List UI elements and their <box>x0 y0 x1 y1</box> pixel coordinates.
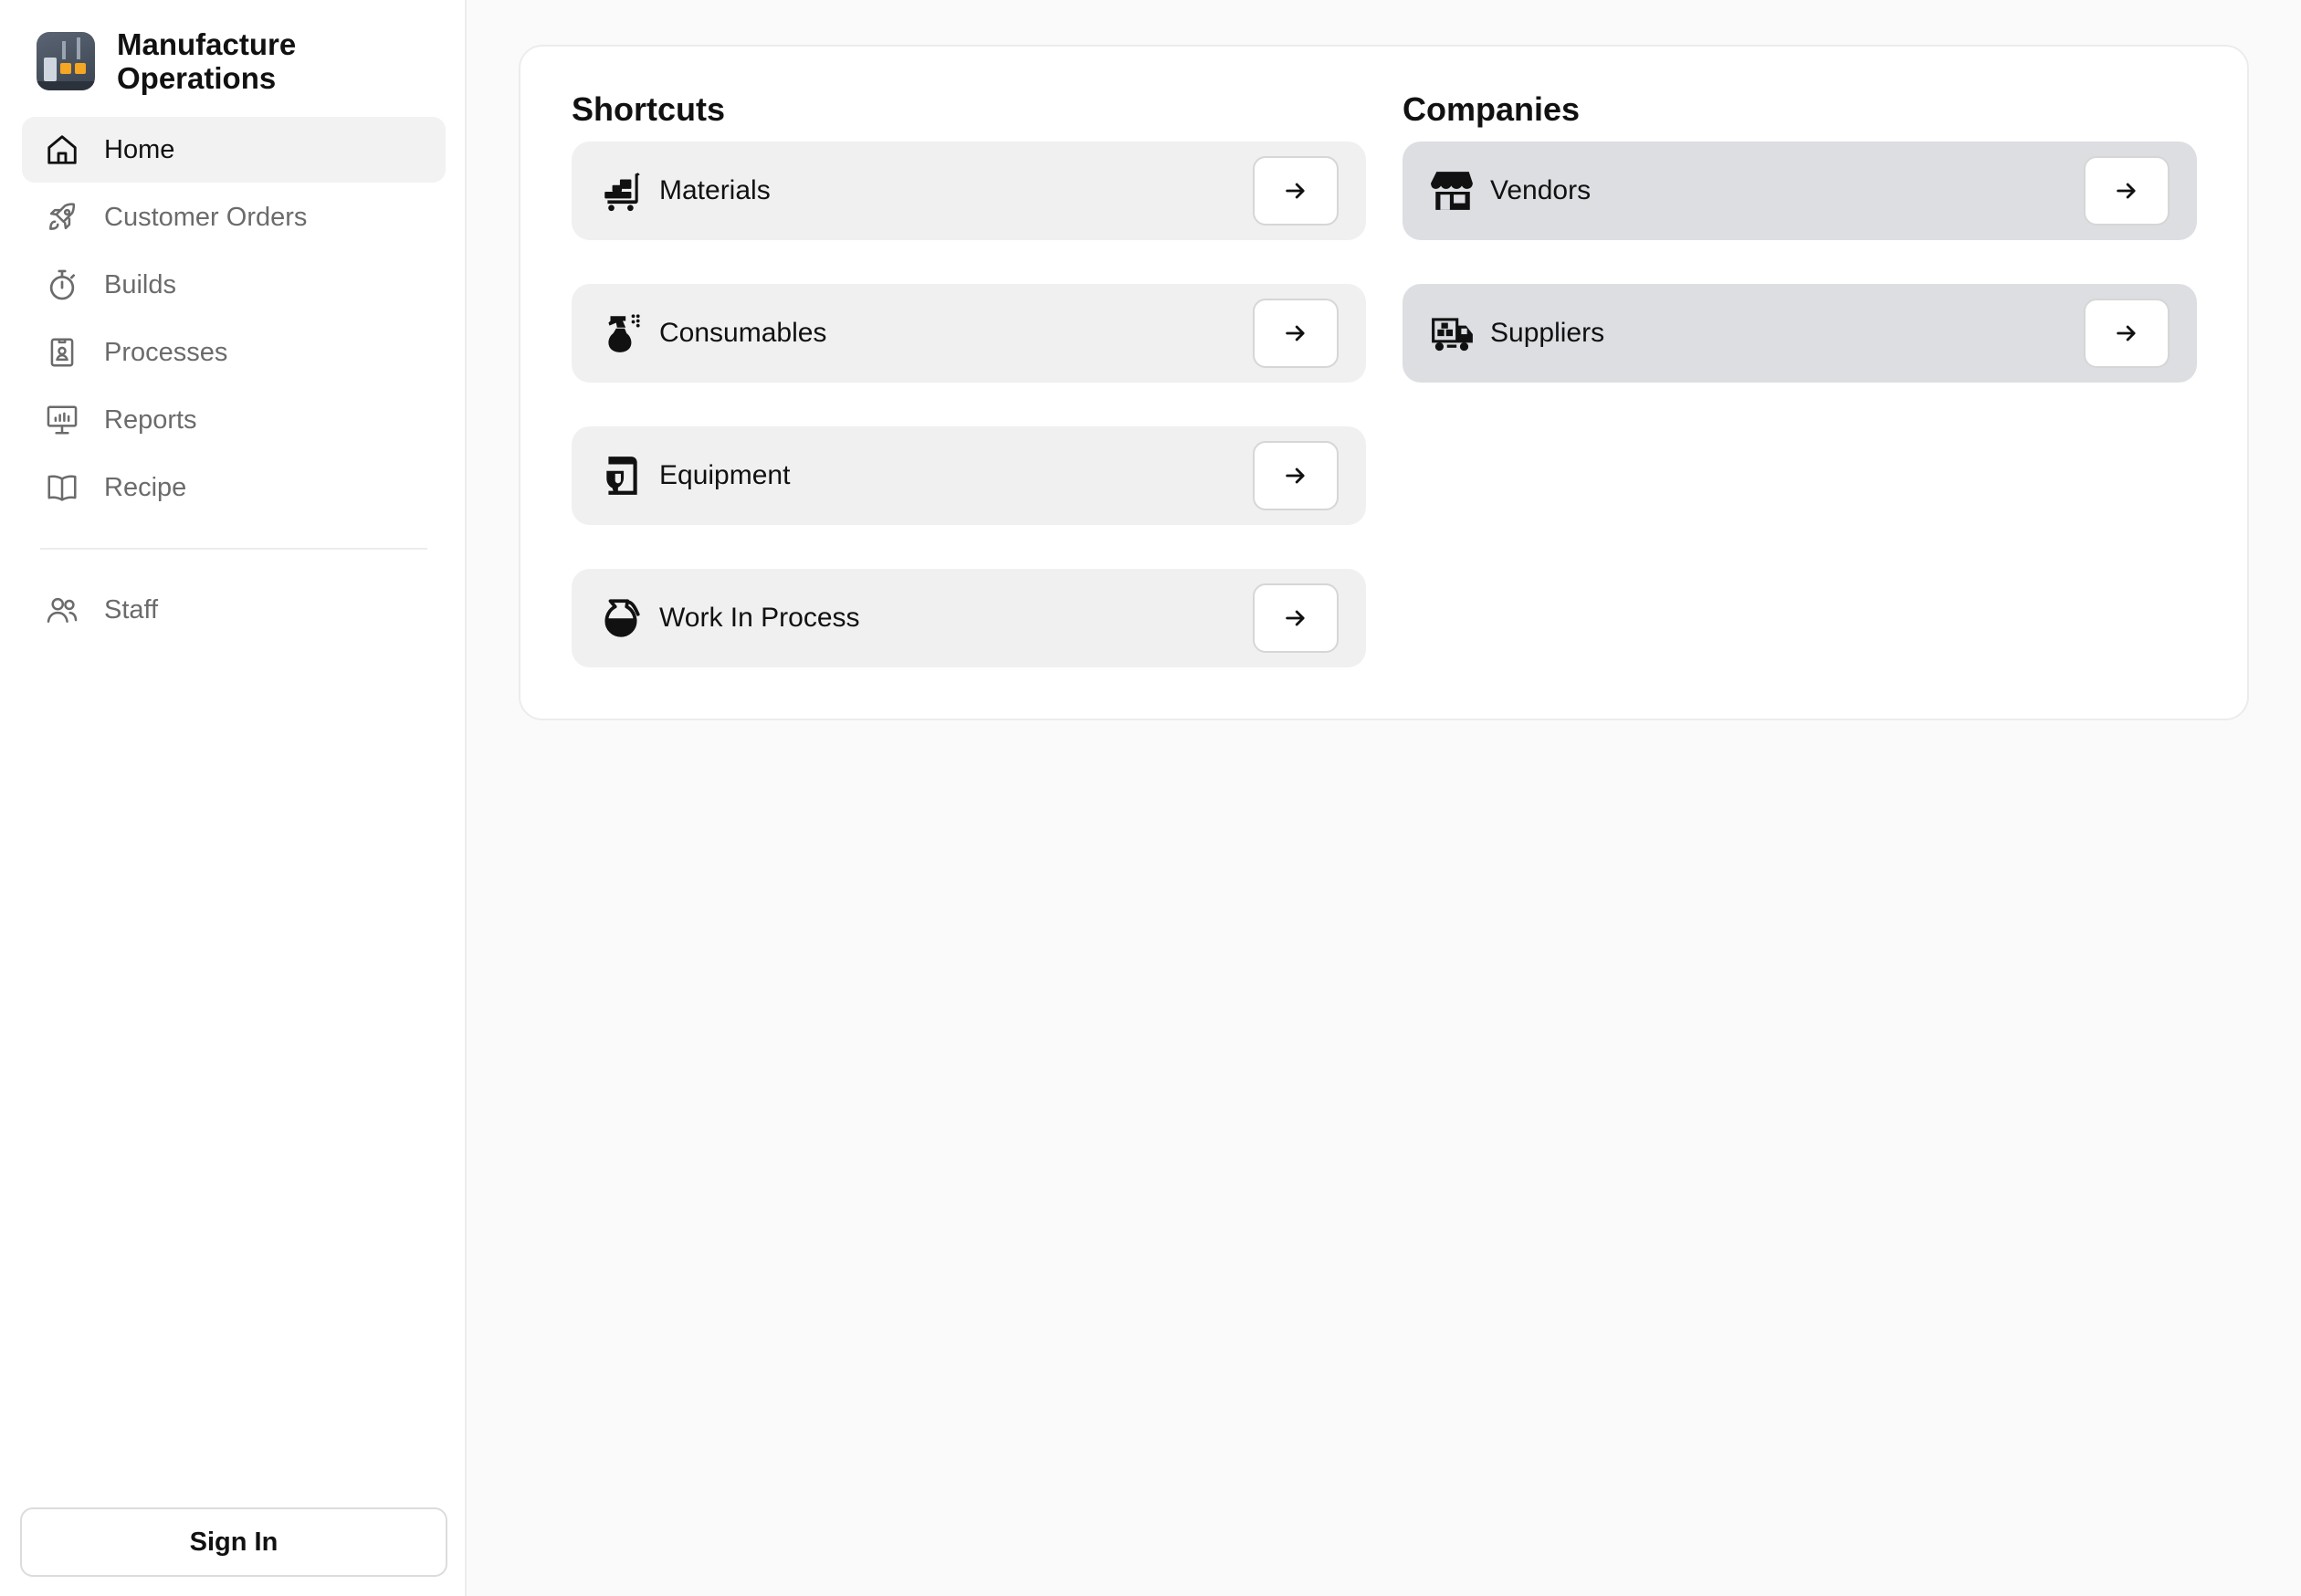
sidebar-item-label: Staff <box>104 594 159 625</box>
open-book-icon <box>44 469 80 506</box>
sidebar-item-label: Processes <box>104 337 228 367</box>
open-suppliers-button[interactable] <box>2084 299 2170 368</box>
shortcut-card-consumables[interactable]: Consumables <box>572 284 1366 383</box>
home-icon <box>44 131 80 168</box>
sign-in-button[interactable]: Sign In <box>20 1507 447 1577</box>
rocket-icon <box>44 199 80 236</box>
dolly-cart-icon <box>599 168 645 214</box>
open-equipment-button[interactable] <box>1253 441 1339 510</box>
open-materials-button[interactable] <box>1253 156 1339 226</box>
sidebar-item-label: Recipe <box>104 472 187 502</box>
shortcut-label: Work In Process <box>659 603 860 633</box>
companies-title: Companies <box>1403 90 1581 128</box>
shortcut-card-work-in-process[interactable]: Work In Process <box>572 569 1366 667</box>
app-title-line2: Operations <box>117 61 277 95</box>
presentation-chart-icon <box>44 402 80 438</box>
sidebar-item-label: Customer Orders <box>104 202 308 232</box>
brand[interactable]: Manufacture Operations <box>37 27 296 95</box>
open-work-in-process-button[interactable] <box>1253 583 1339 653</box>
spray-bottle-icon <box>599 310 645 356</box>
arrow-right-icon <box>1286 325 1305 341</box>
arrow-right-icon <box>2117 183 2136 199</box>
company-card-vendors[interactable]: Vendors <box>1403 142 2197 240</box>
stopwatch-icon <box>44 267 80 303</box>
app-title: Manufacture Operations <box>117 27 296 95</box>
sidebar-nav: Home Customer Orders Builds Processes Re… <box>22 117 446 645</box>
sidebar-item-recipe[interactable]: Recipe <box>22 455 446 520</box>
shortcut-card-materials[interactable]: Materials <box>572 142 1366 240</box>
sidebar-item-label: Reports <box>104 404 197 435</box>
arrow-right-icon <box>1286 610 1305 626</box>
sidebar: Manufacture Operations Home Customer Ord… <box>0 0 467 1596</box>
stand-mixer-icon <box>599 453 645 499</box>
shortcut-label: Materials <box>659 175 771 205</box>
sidebar-item-home[interactable]: Home <box>22 117 446 183</box>
arrow-right-icon <box>1286 467 1305 484</box>
shortcut-label: Consumables <box>659 318 827 348</box>
jug-icon <box>599 595 645 641</box>
sidebar-item-label: Builds <box>104 269 176 299</box>
arrow-right-icon <box>1286 183 1305 199</box>
company-label: Vendors <box>1490 175 1592 205</box>
sidebar-item-label: Home <box>104 134 175 164</box>
sidebar-item-staff[interactable]: Staff <box>22 577 446 643</box>
factory-logo-icon <box>37 32 95 90</box>
shortcuts-section: Shortcuts Materials Consumables Equipmen… <box>572 47 1366 667</box>
app-root: Manufacture Operations Home Customer Ord… <box>0 0 2301 1596</box>
users-icon <box>44 592 80 628</box>
delivery-truck-icon <box>1430 310 1476 356</box>
companies-section: Companies Vendors Suppliers <box>1403 47 2197 383</box>
company-label: Suppliers <box>1490 318 1605 348</box>
sidebar-item-processes[interactable]: Processes <box>22 320 446 385</box>
company-card-suppliers[interactable]: Suppliers <box>1403 284 2197 383</box>
app-title-line1: Manufacture <box>117 27 297 61</box>
dashboard-panel: Shortcuts Materials Consumables Equipmen… <box>519 45 2249 720</box>
open-vendors-button[interactable] <box>2084 156 2170 226</box>
nav-divider <box>40 548 427 550</box>
shortcut-card-equipment[interactable]: Equipment <box>572 426 1366 525</box>
sidebar-item-reports[interactable]: Reports <box>22 387 446 453</box>
sidebar-item-builds[interactable]: Builds <box>22 252 446 318</box>
id-badge-icon <box>44 334 80 371</box>
shortcut-label: Equipment <box>659 460 791 490</box>
arrow-right-icon <box>2117 325 2136 341</box>
main-content: Shortcuts Materials Consumables Equipmen… <box>467 0 2301 1596</box>
storefront-icon <box>1430 168 1476 214</box>
open-consumables-button[interactable] <box>1253 299 1339 368</box>
shortcuts-title: Shortcuts <box>572 90 726 128</box>
sidebar-item-customer-orders[interactable]: Customer Orders <box>22 184 446 250</box>
